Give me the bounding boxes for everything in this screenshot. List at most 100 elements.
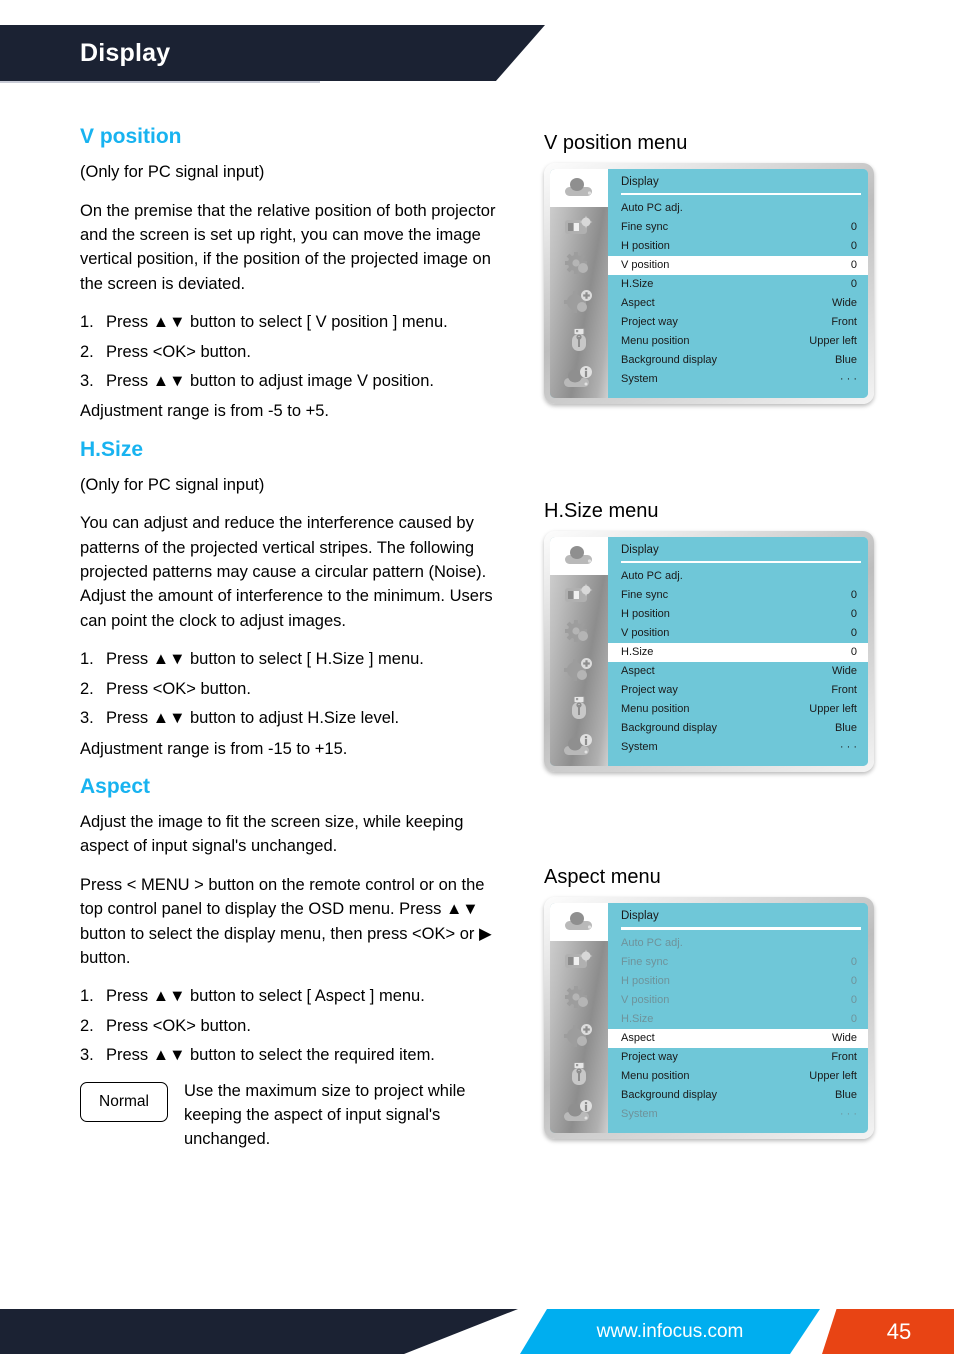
image-adjust-icon xyxy=(562,948,596,972)
sidebar-item-image-adjust[interactable] xyxy=(550,941,608,979)
list-item: 1. Press ▲▼ button to select [ V position… xyxy=(80,310,510,334)
osd-row-label: V position xyxy=(621,259,670,272)
osd-row-fine-sync[interactable]: Fine sync 0 xyxy=(608,586,868,605)
osd-row-menu-position[interactable]: Menu position Upper left xyxy=(608,1067,868,1086)
osd-row-value: Upper left xyxy=(809,703,857,716)
footer-page-number: 45 xyxy=(822,1309,954,1354)
osd-row-label: Aspect xyxy=(621,1031,655,1044)
osd-menu-title: Display xyxy=(621,544,659,557)
list-item: 1. Press ▲▼ button to select [ H.Size ] m… xyxy=(80,647,510,671)
section-aspect: Aspect Adjust the image to fit the scree… xyxy=(80,775,510,1152)
osd-row-v-position[interactable]: V position 0 xyxy=(608,256,868,276)
gear-expand-setting-icon xyxy=(562,1023,596,1049)
osd-row-value: 0 xyxy=(850,259,857,272)
osd-row-value: Upper left xyxy=(809,335,857,348)
osd-row-system[interactable]: System · · · xyxy=(608,370,868,389)
osd-row-v-position[interactable]: V position 0 xyxy=(608,624,868,643)
heading-v-position: V position xyxy=(80,125,182,148)
page-footer: www.infocus.com 45 xyxy=(0,1309,954,1354)
osd-row-menu-position[interactable]: Menu position Upper left xyxy=(608,332,868,351)
projector-display-icon xyxy=(562,910,596,934)
osd-row-auto-pc-adj[interactable]: Auto PC adj. xyxy=(608,567,868,586)
osd-row-background-display[interactable]: Background display Blue xyxy=(608,719,868,738)
osd-menu-title: Display xyxy=(621,910,659,923)
sidebar-item-usb-memory[interactable] xyxy=(550,1055,608,1093)
osd-row-aspect[interactable]: Aspect Wide xyxy=(608,294,868,313)
footer-dark-segment xyxy=(0,1309,518,1354)
sidebar-item-display[interactable] xyxy=(550,537,608,576)
osd-row-label: Project way xyxy=(621,684,678,697)
osd-row-system: System · · · xyxy=(608,1105,868,1124)
usb-memory-icon xyxy=(562,695,596,721)
osd-row-label: V position xyxy=(621,993,670,1006)
osd-row-value: Blue xyxy=(834,354,857,367)
osd-row-aspect[interactable]: Aspect Wide xyxy=(608,662,868,681)
sidebar-item-information[interactable] xyxy=(550,359,608,397)
osd-title-divider xyxy=(621,560,861,564)
osd-row-value: 0 xyxy=(850,608,857,621)
osd-row-auto-pc-adj[interactable]: Auto PC adj. xyxy=(608,199,868,218)
footer-website-link[interactable]: www.infocus.com xyxy=(520,1309,820,1354)
sidebar-item-information[interactable] xyxy=(550,1093,608,1131)
osd-row-project-way[interactable]: Project way Front xyxy=(608,681,868,700)
osd-row-menu-position[interactable]: Menu position Upper left xyxy=(608,700,868,719)
sidebar-item-image-adjust[interactable] xyxy=(550,575,608,613)
projector-display-icon xyxy=(562,176,596,200)
osd-row-system[interactable]: System · · · xyxy=(608,738,868,757)
osd-row-value: Wide xyxy=(831,665,857,678)
step-number: 2. xyxy=(80,342,94,361)
osd-row-fine-sync[interactable]: Fine sync 0 xyxy=(608,218,868,237)
osd-row-project-way[interactable]: Project way Front xyxy=(608,313,868,332)
osd-row-label: Fine sync xyxy=(621,589,669,602)
osd-row-background-display[interactable]: Background display Blue xyxy=(608,351,868,370)
sidebar-item-expand-setting[interactable] xyxy=(550,283,608,321)
osd-row-value: 0 xyxy=(850,974,857,987)
step-text: Press ▲▼ button to select [ H.Size ] men… xyxy=(106,650,424,669)
sidebar-item-usb-memory[interactable] xyxy=(550,321,608,359)
projector-info-icon xyxy=(562,734,596,758)
sidebar-item-information[interactable] xyxy=(550,727,608,765)
figure-h-size-menu: H.Size menu Display Auto PC adj. Fine sy… xyxy=(544,500,924,773)
page-header-banner: Display xyxy=(0,25,545,81)
step-text: Press ▲▼ button to adjust H.Size level. xyxy=(106,709,400,728)
figure-aspect-menu: Aspect menu Display Auto PC adj. Fine sy… xyxy=(544,866,924,1139)
sidebar-item-display[interactable] xyxy=(550,169,608,207)
osd-row-h-position[interactable]: H position 0 xyxy=(608,237,868,256)
osd-row-v-position: V position 0 xyxy=(608,991,868,1010)
osd-row-value: · · · xyxy=(839,741,857,754)
gear-setting-icon xyxy=(562,619,596,645)
figure-caption: H.Size menu xyxy=(544,500,659,523)
sidebar-item-image-adjust[interactable] xyxy=(550,207,608,245)
v-position-range: Adjustment range is from -5 to +5. xyxy=(80,402,329,421)
h-size-note: (Only for PC signal input) xyxy=(80,475,265,494)
osd-row-label: Auto PC adj. xyxy=(621,202,683,215)
sidebar-item-setting[interactable] xyxy=(550,979,608,1017)
section-h-size: H.Size (Only for PC signal input) You ca… xyxy=(80,438,510,761)
osd-row-value: Front xyxy=(831,684,857,697)
osd-row-label: V position xyxy=(621,627,670,640)
osd-sidebar xyxy=(550,903,608,1133)
osd-row-label: H position xyxy=(621,240,670,253)
osd-row-background-display[interactable]: Background display Blue xyxy=(608,1086,868,1105)
osd-row-project-way[interactable]: Project way Front xyxy=(608,1048,868,1067)
osd-row-h-position[interactable]: H position 0 xyxy=(608,605,868,624)
osd-row-label: Project way xyxy=(621,1050,678,1063)
projector-info-icon xyxy=(562,366,596,390)
osd-row-aspect[interactable]: Aspect Wide xyxy=(608,1028,868,1048)
osd-row-value: 0 xyxy=(850,993,857,1006)
osd-row-value: · · · xyxy=(839,1107,857,1120)
osd-row-h-size[interactable]: H.Size 0 xyxy=(608,275,868,294)
osd-row-value: 0 xyxy=(850,955,857,968)
osd-row-label: Menu position xyxy=(621,703,690,716)
sidebar-item-display[interactable] xyxy=(550,903,608,942)
right-figure-column: V position menu Display Auto PC adj. Fin… xyxy=(544,132,924,1161)
sidebar-item-usb-memory[interactable] xyxy=(550,689,608,727)
osd-row-label: Auto PC adj. xyxy=(621,570,683,583)
sidebar-item-expand-setting[interactable] xyxy=(550,651,608,689)
sidebar-item-setting[interactable] xyxy=(550,245,608,283)
header-underline-rule xyxy=(0,81,320,83)
sidebar-item-setting[interactable] xyxy=(550,613,608,651)
osd-row-h-size[interactable]: H.Size 0 xyxy=(608,643,868,663)
sidebar-item-expand-setting[interactable] xyxy=(550,1017,608,1055)
gear-setting-icon xyxy=(562,985,596,1011)
